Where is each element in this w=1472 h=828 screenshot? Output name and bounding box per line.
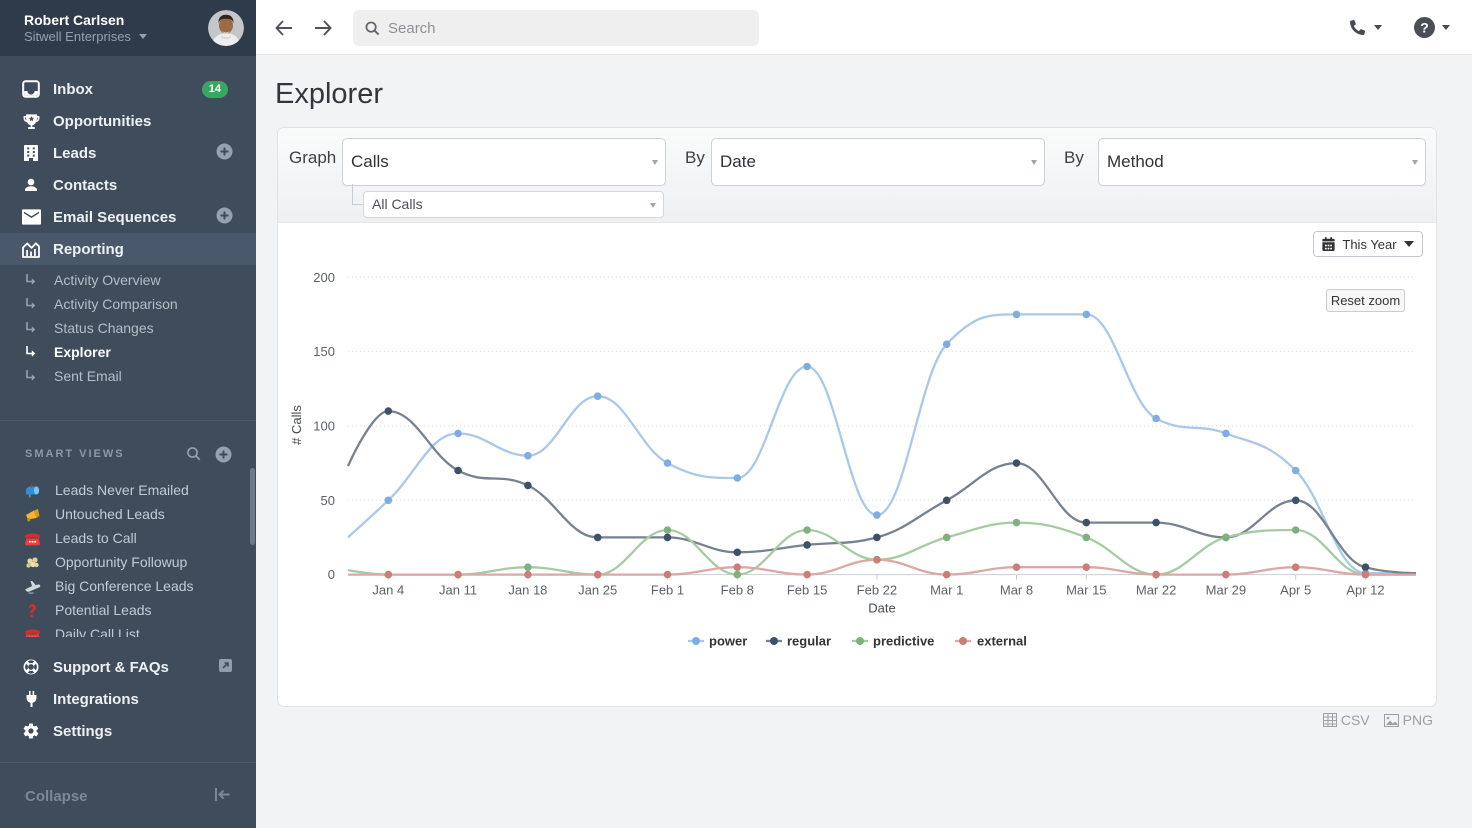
svg-text:Mar 29: Mar 29 xyxy=(1206,583,1246,598)
svg-text:regular: regular xyxy=(787,634,831,649)
svg-text:Jan 4: Jan 4 xyxy=(372,583,404,598)
svg-text:0: 0 xyxy=(328,567,335,582)
svg-text:# Calls: # Calls xyxy=(289,405,304,445)
svg-text:100: 100 xyxy=(313,418,335,433)
svg-text:?: ? xyxy=(1420,20,1429,36)
svg-text:Jan 25: Jan 25 xyxy=(578,583,617,598)
svg-text:power: power xyxy=(709,634,747,649)
svg-text:Date: Date xyxy=(868,601,895,616)
svg-text:200: 200 xyxy=(313,270,335,285)
svg-text:Jan 18: Jan 18 xyxy=(508,583,547,598)
svg-text:Feb 1: Feb 1 xyxy=(651,583,684,598)
svg-text:Feb 22: Feb 22 xyxy=(857,583,897,598)
svg-text:Apr 12: Apr 12 xyxy=(1346,583,1384,598)
svg-text:50: 50 xyxy=(321,493,335,508)
svg-text:Mar 22: Mar 22 xyxy=(1136,583,1176,598)
svg-text:Mar 15: Mar 15 xyxy=(1066,583,1106,598)
svg-text:Mar 1: Mar 1 xyxy=(930,583,963,598)
svg-text:150: 150 xyxy=(313,344,335,359)
svg-text:Apr 5: Apr 5 xyxy=(1280,583,1311,598)
svg-text:Jan 11: Jan 11 xyxy=(439,583,477,598)
svg-text:predictive: predictive xyxy=(873,634,934,649)
svg-text:Feb 15: Feb 15 xyxy=(787,583,827,598)
svg-text:Feb 8: Feb 8 xyxy=(721,583,754,598)
svg-text:Mar 8: Mar 8 xyxy=(1000,583,1033,598)
svg-text:external: external xyxy=(977,634,1027,649)
